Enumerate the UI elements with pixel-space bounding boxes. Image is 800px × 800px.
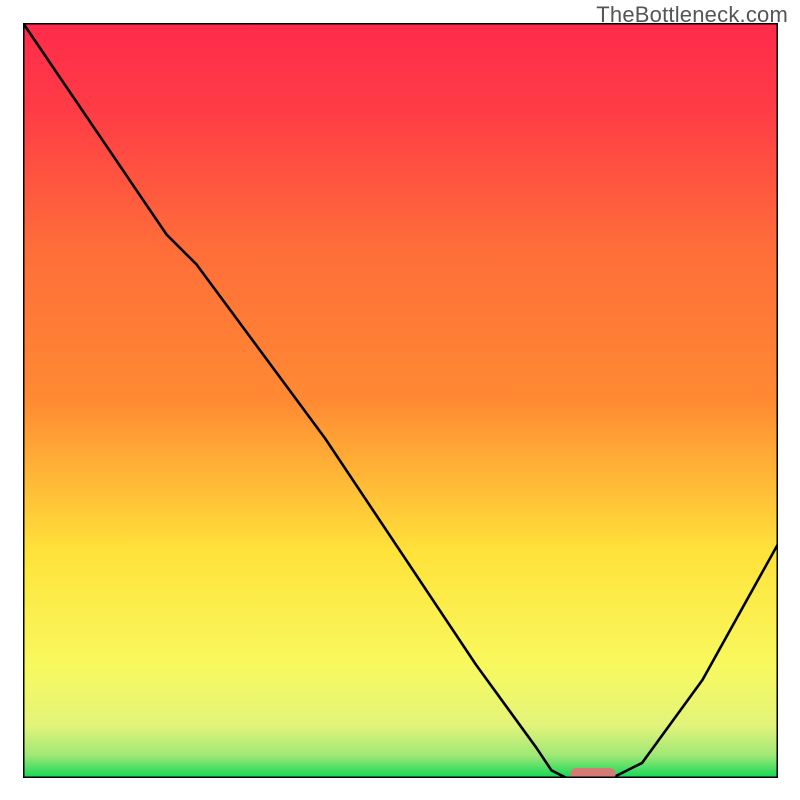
chart-frame: TheBottleneck.com <box>0 0 800 800</box>
chart-svg <box>23 23 778 778</box>
gradient-background <box>23 23 778 778</box>
plot-area <box>23 23 778 778</box>
